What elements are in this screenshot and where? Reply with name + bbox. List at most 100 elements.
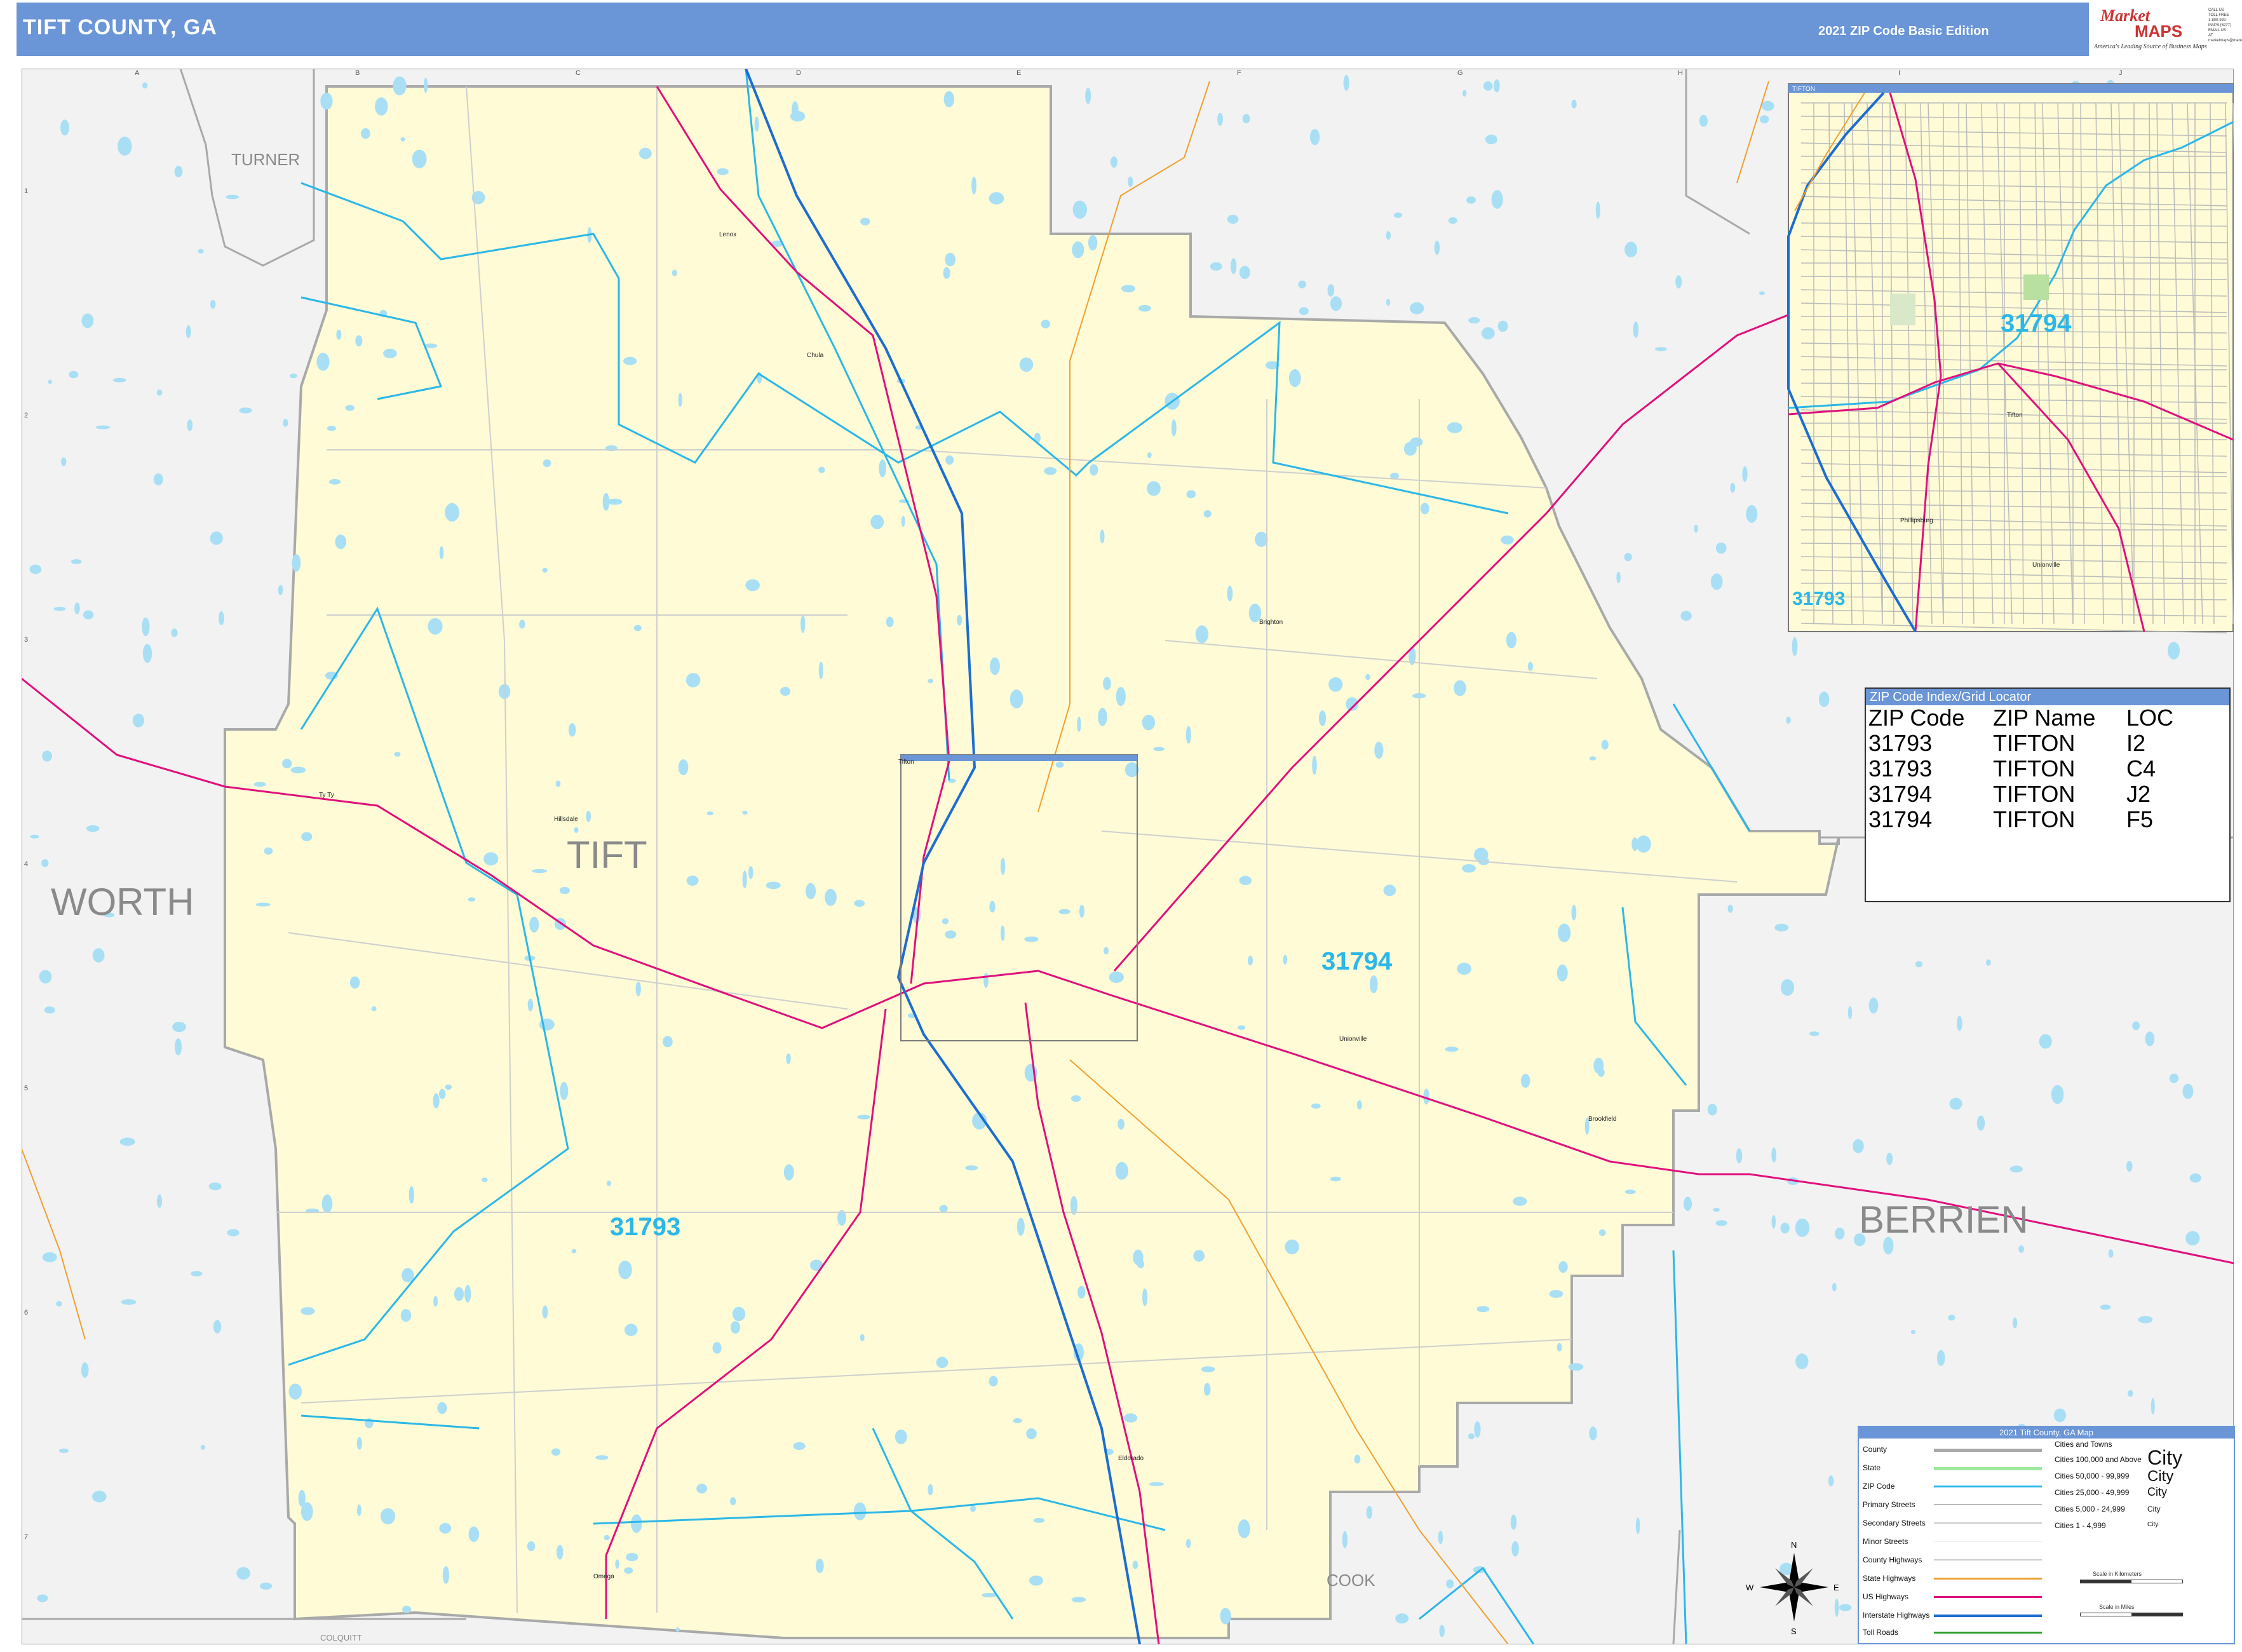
grid-column-label: H: [1678, 69, 1683, 77]
water-body: [2126, 1161, 2133, 1172]
water-body: [1410, 437, 1423, 447]
water-body: [1494, 79, 1500, 93]
water-body: [1976, 1115, 1985, 1131]
water-body: [1759, 291, 1765, 295]
water-body: [1795, 1353, 1809, 1369]
water-body: [1593, 1057, 1604, 1074]
legend-row-us-hwy: US Highways: [1863, 1592, 1909, 1601]
water-body: [557, 1545, 564, 1560]
water-body: [943, 267, 950, 280]
water-body: [745, 579, 760, 592]
compass-n: N: [1791, 1540, 1797, 1550]
water-body: [625, 1324, 638, 1336]
water-body: [371, 1006, 377, 1012]
water-body: [860, 217, 870, 226]
water-body: [936, 1357, 949, 1368]
water-body: [288, 1383, 302, 1400]
water-body: [321, 1194, 333, 1213]
inset-city-tifton: Tifton: [2007, 412, 2023, 419]
water-body: [879, 459, 886, 478]
water-body: [381, 1508, 395, 1525]
water-body: [1457, 963, 1471, 975]
zip-index-header-zip: ZIP Code: [1868, 705, 1965, 731]
water-body: [1311, 1103, 1321, 1109]
edition-label: 2021 ZIP Code Basic Edition: [1818, 24, 1989, 38]
water-body: [41, 859, 49, 867]
water-body: [412, 149, 427, 168]
water-body: [1298, 280, 1307, 288]
legend-swatch-county: [1934, 1449, 2042, 1452]
water-body: [571, 1249, 577, 1254]
scale-km-bar: [2080, 1580, 2183, 1583]
logo-tagline: America's Leading Source of Business Map…: [2094, 43, 2207, 50]
scale-km-label: Scale in Kilometers: [2093, 1571, 2142, 1577]
water-body: [626, 1553, 638, 1562]
water-body: [2151, 1398, 2155, 1415]
water-body: [356, 1505, 361, 1516]
water-body: [1624, 241, 1638, 258]
water-body: [1760, 115, 1769, 124]
water-body: [1506, 632, 1516, 649]
water-body: [1636, 835, 1651, 853]
water-body: [1462, 864, 1476, 873]
water-body: [156, 389, 163, 396]
water-body: [81, 313, 94, 328]
water-body: [943, 91, 955, 107]
legend-row-county-hwy: County Highways: [1863, 1555, 1922, 1564]
water-body: [1781, 979, 1795, 996]
water-body: [2189, 1173, 2201, 1183]
water-body: [983, 973, 989, 988]
water-body: [328, 478, 341, 485]
water-body: [37, 1594, 48, 1602]
market-maps-logo: Market MAPS America's Leading Source of …: [2089, 3, 2242, 56]
water-body: [1715, 1220, 1727, 1226]
grid-row-label: 5: [24, 1085, 28, 1092]
water-body: [1312, 755, 1317, 775]
water-body: [706, 811, 713, 816]
water-body: [1330, 1176, 1341, 1182]
water-body: [468, 897, 476, 902]
water-body: [153, 473, 163, 485]
water-body: [187, 419, 193, 431]
water-body: [1001, 925, 1005, 942]
water-body: [1948, 1315, 1955, 1321]
grid-column-label: J: [2119, 69, 2123, 77]
water-body: [1557, 1343, 1562, 1351]
water-body: [278, 585, 283, 595]
water-body: [283, 419, 288, 427]
water-body: [156, 1194, 163, 1208]
water-body: [1448, 217, 1457, 224]
water-body: [439, 1522, 452, 1534]
water-body: [696, 1484, 707, 1494]
water-body: [717, 168, 729, 175]
water-body: [1771, 1147, 1777, 1163]
water-body: [1128, 176, 1133, 187]
tifton-inset[interactable]: TIFTON 31794 31793 Tifton Phillipsburg U…: [1787, 83, 2234, 633]
legend-city-sample-5: City: [2147, 1521, 2159, 1528]
city-label-eldorado: Eldorado: [1118, 1455, 1144, 1462]
water-body: [1239, 876, 1252, 886]
water-body: [1118, 1118, 1124, 1130]
map-frame: A B C D E F G H I J 1 2 3 4 5 6 7 TURNER WORTH TIFT BER…: [22, 69, 2235, 1644]
water-body: [982, 1593, 997, 1597]
water-body: [375, 97, 388, 116]
water-body: [1116, 687, 1126, 707]
water-body: [1077, 716, 1081, 732]
water-body: [857, 1114, 871, 1120]
water-body: [783, 1164, 794, 1181]
water-body: [1454, 680, 1466, 696]
city-label-tifton: Tifton: [898, 759, 914, 766]
water-body: [2182, 1083, 2194, 1099]
grid-row-label: 6: [24, 1309, 28, 1317]
water-body: [1239, 266, 1250, 280]
city-label-tyty: Ty Ty: [319, 792, 334, 799]
water-body: [1635, 1517, 1640, 1534]
compass-e: E: [1833, 1583, 1839, 1592]
water-body: [1774, 923, 1789, 931]
water-body: [815, 1559, 824, 1573]
water-body: [1201, 1366, 1215, 1372]
water-body: [1374, 741, 1384, 759]
map-title: TIFT COUNTY, GA: [23, 15, 217, 39]
water-body: [56, 1301, 62, 1307]
inset-title: TIFTON: [1792, 86, 1815, 93]
